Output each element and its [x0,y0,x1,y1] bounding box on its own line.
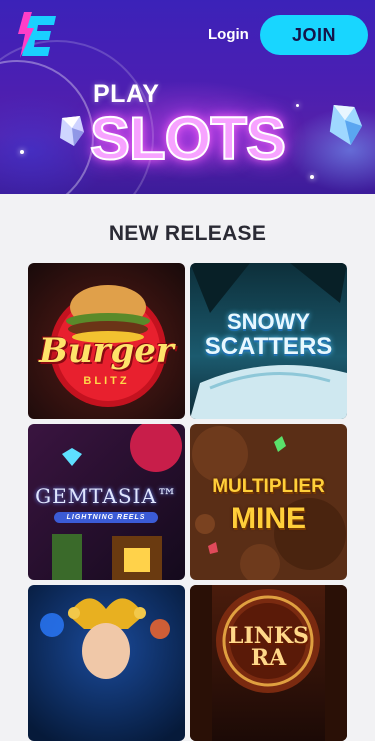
game-tile-gemtasia[interactable]: GEMTASIA™ LIGHTNING REELS [28,424,185,580]
game-title-line2: SCATTERS [204,333,333,360]
jester-game-artwork [28,585,185,741]
game-title-line1: MULTIPLIER [212,476,325,497]
sparkle [310,175,314,179]
game-tile-multiplier-mine[interactable]: MULTIPLIER MINE [190,424,347,580]
crystal-gem-icon [60,116,84,146]
header-hero-banner: Login JOIN PLAY SLOTS [0,0,375,194]
hero-slots-text: SLOTS [89,105,287,173]
game-tile-jester[interactable] [28,585,185,741]
lightning-e-logo[interactable] [16,12,58,60]
sparkle [20,150,24,154]
game-title-line1: GEMTASIA™ [35,484,178,508]
new-release-heading: NEW RELEASE [108,222,267,245]
game-title-line1: Burger [39,331,174,371]
game-title-line2: BLITZ [83,375,130,387]
game-title-line1: SNOWY [226,309,311,334]
game-tile-burger-blitz[interactable]: Burger BLITZ [28,263,185,419]
login-link[interactable]: Login [208,26,249,43]
game-title-line2: LIGHTNING REELS [54,512,158,523]
game-tile-links-of-ra[interactable]: LINKS RA [190,585,347,741]
join-button[interactable]: JOIN [260,15,368,55]
sparkle [296,104,299,107]
game-tile-snowy-scatters[interactable]: SNOWY SCATTERS [190,263,347,419]
crystal-gem-icon [329,105,363,145]
game-title-line2: MINE [231,502,306,535]
game-title-line2: RA [250,645,287,671]
